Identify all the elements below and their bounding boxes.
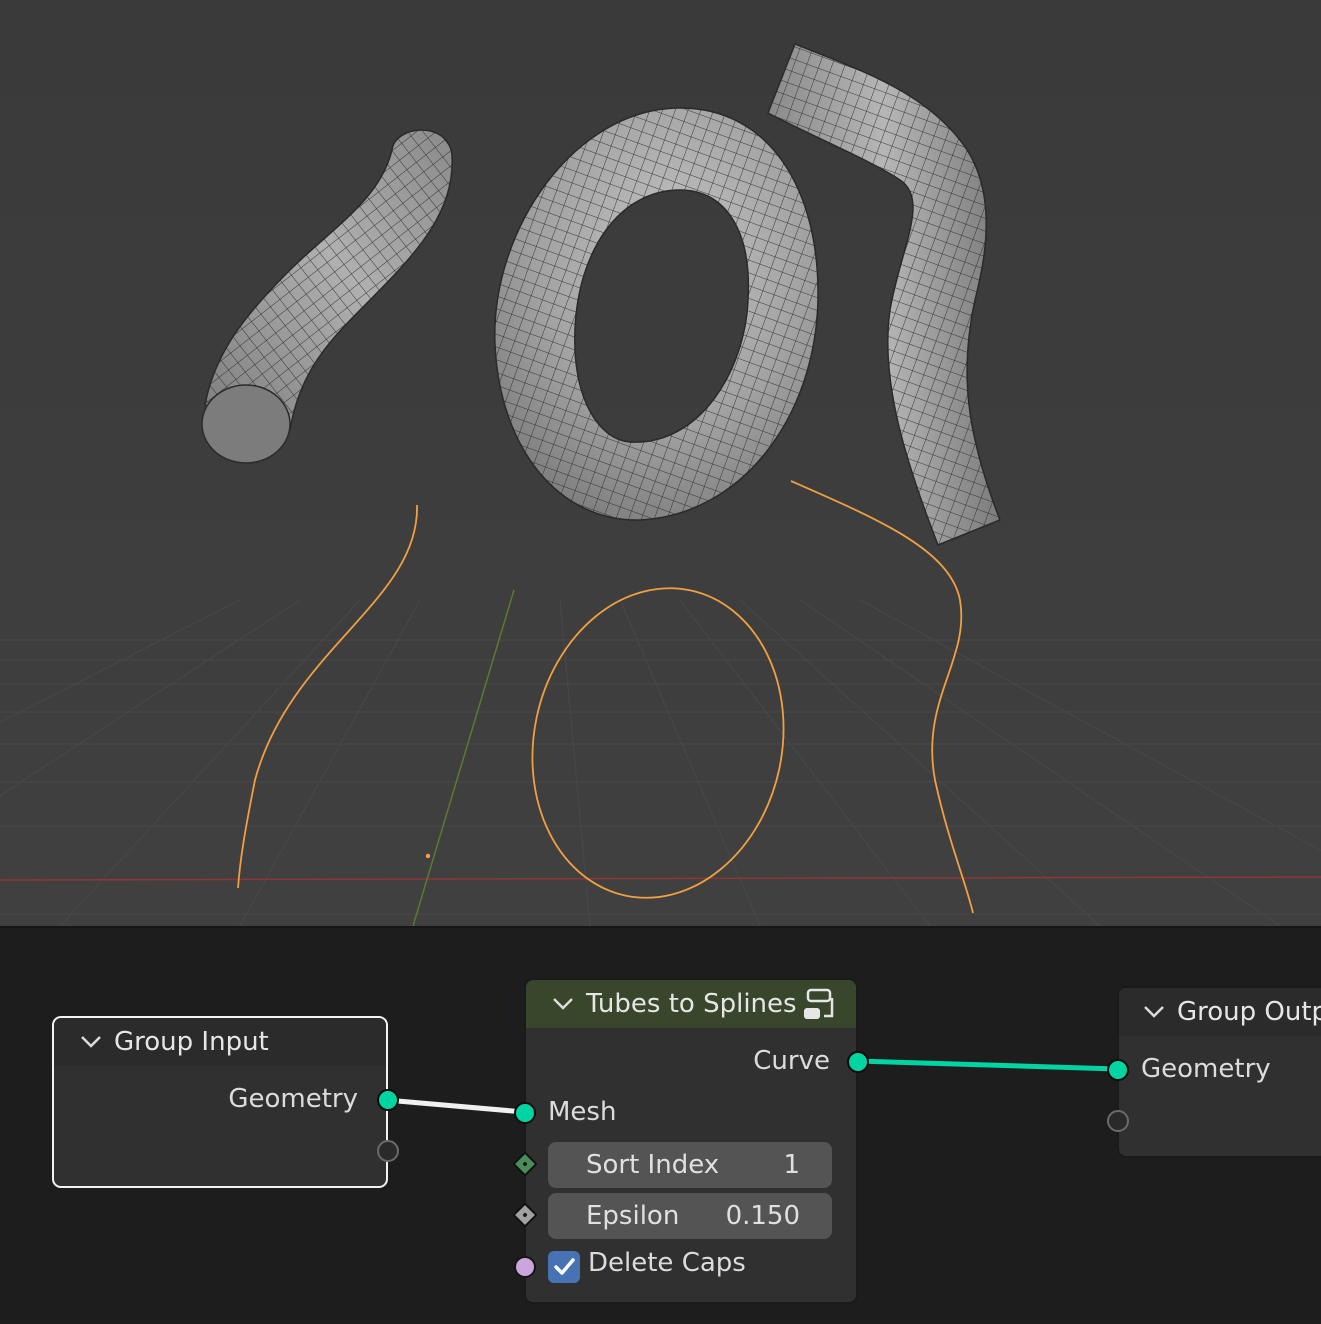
chevron-down-icon[interactable] — [1143, 1005, 1165, 1019]
geometry-input-socket[interactable] — [1107, 1059, 1129, 1081]
link-curve-to-group-output[interactable] — [856, 1058, 1118, 1072]
epsilon-value: 0.150 — [725, 1201, 800, 1231]
sort-index-field[interactable]: Sort Index 1 — [548, 1142, 832, 1188]
delete-caps-input-socket[interactable] — [514, 1256, 536, 1278]
group-input-node[interactable]: Group Input Geometry — [52, 1016, 399, 1188]
empty-input-socket[interactable] — [1107, 1110, 1129, 1132]
epsilon-label: Epsilon — [586, 1201, 680, 1231]
node-editor[interactable]: Group Input Geometry Tubes to Splines Cu… — [0, 928, 1321, 1324]
link-group-input-to-mesh[interactable] — [385, 1097, 525, 1115]
epsilon-field[interactable]: Epsilon 0.150 — [548, 1193, 832, 1239]
node-title: Tubes to Splines — [586, 989, 797, 1019]
node-title: Group Outpu — [1177, 997, 1321, 1027]
empty-output-socket[interactable] — [377, 1140, 399, 1162]
group-input-header[interactable]: Group Input — [54, 1018, 386, 1066]
geometry-output-socket[interactable] — [377, 1089, 399, 1111]
tubes-to-splines-header[interactable]: Tubes to Splines — [526, 980, 856, 1028]
output-label-geometry: Geometry — [228, 1084, 358, 1114]
group-output-header[interactable]: Group Outpu — [1119, 988, 1321, 1036]
tubes-to-splines-node[interactable]: Tubes to Splines Curve Mesh Sort Index 1… — [512, 978, 869, 1304]
mesh-input-socket[interactable] — [514, 1102, 536, 1124]
input-label-mesh: Mesh — [548, 1097, 617, 1127]
sort-index-value: 1 — [783, 1150, 800, 1180]
node-group-icon[interactable] — [802, 988, 838, 1022]
curve-output-socket[interactable] — [847, 1051, 869, 1073]
origin-dot — [425, 853, 431, 859]
output-label-curve: Curve — [753, 1046, 830, 1076]
input-label-geometry: Geometry — [1141, 1054, 1271, 1084]
3d-viewport[interactable] — [0, 0, 1321, 926]
group-output-node[interactable]: Group Outpu Geometry — [1107, 986, 1321, 1158]
delete-caps-label: Delete Caps — [588, 1248, 746, 1278]
chevron-down-icon[interactable] — [80, 1035, 102, 1049]
delete-caps-checkbox[interactable] — [548, 1251, 580, 1283]
node-title: Group Input — [114, 1027, 269, 1057]
sort-index-label: Sort Index — [586, 1150, 720, 1180]
chevron-down-icon[interactable] — [552, 997, 574, 1011]
checkmark-icon — [554, 1258, 575, 1275]
